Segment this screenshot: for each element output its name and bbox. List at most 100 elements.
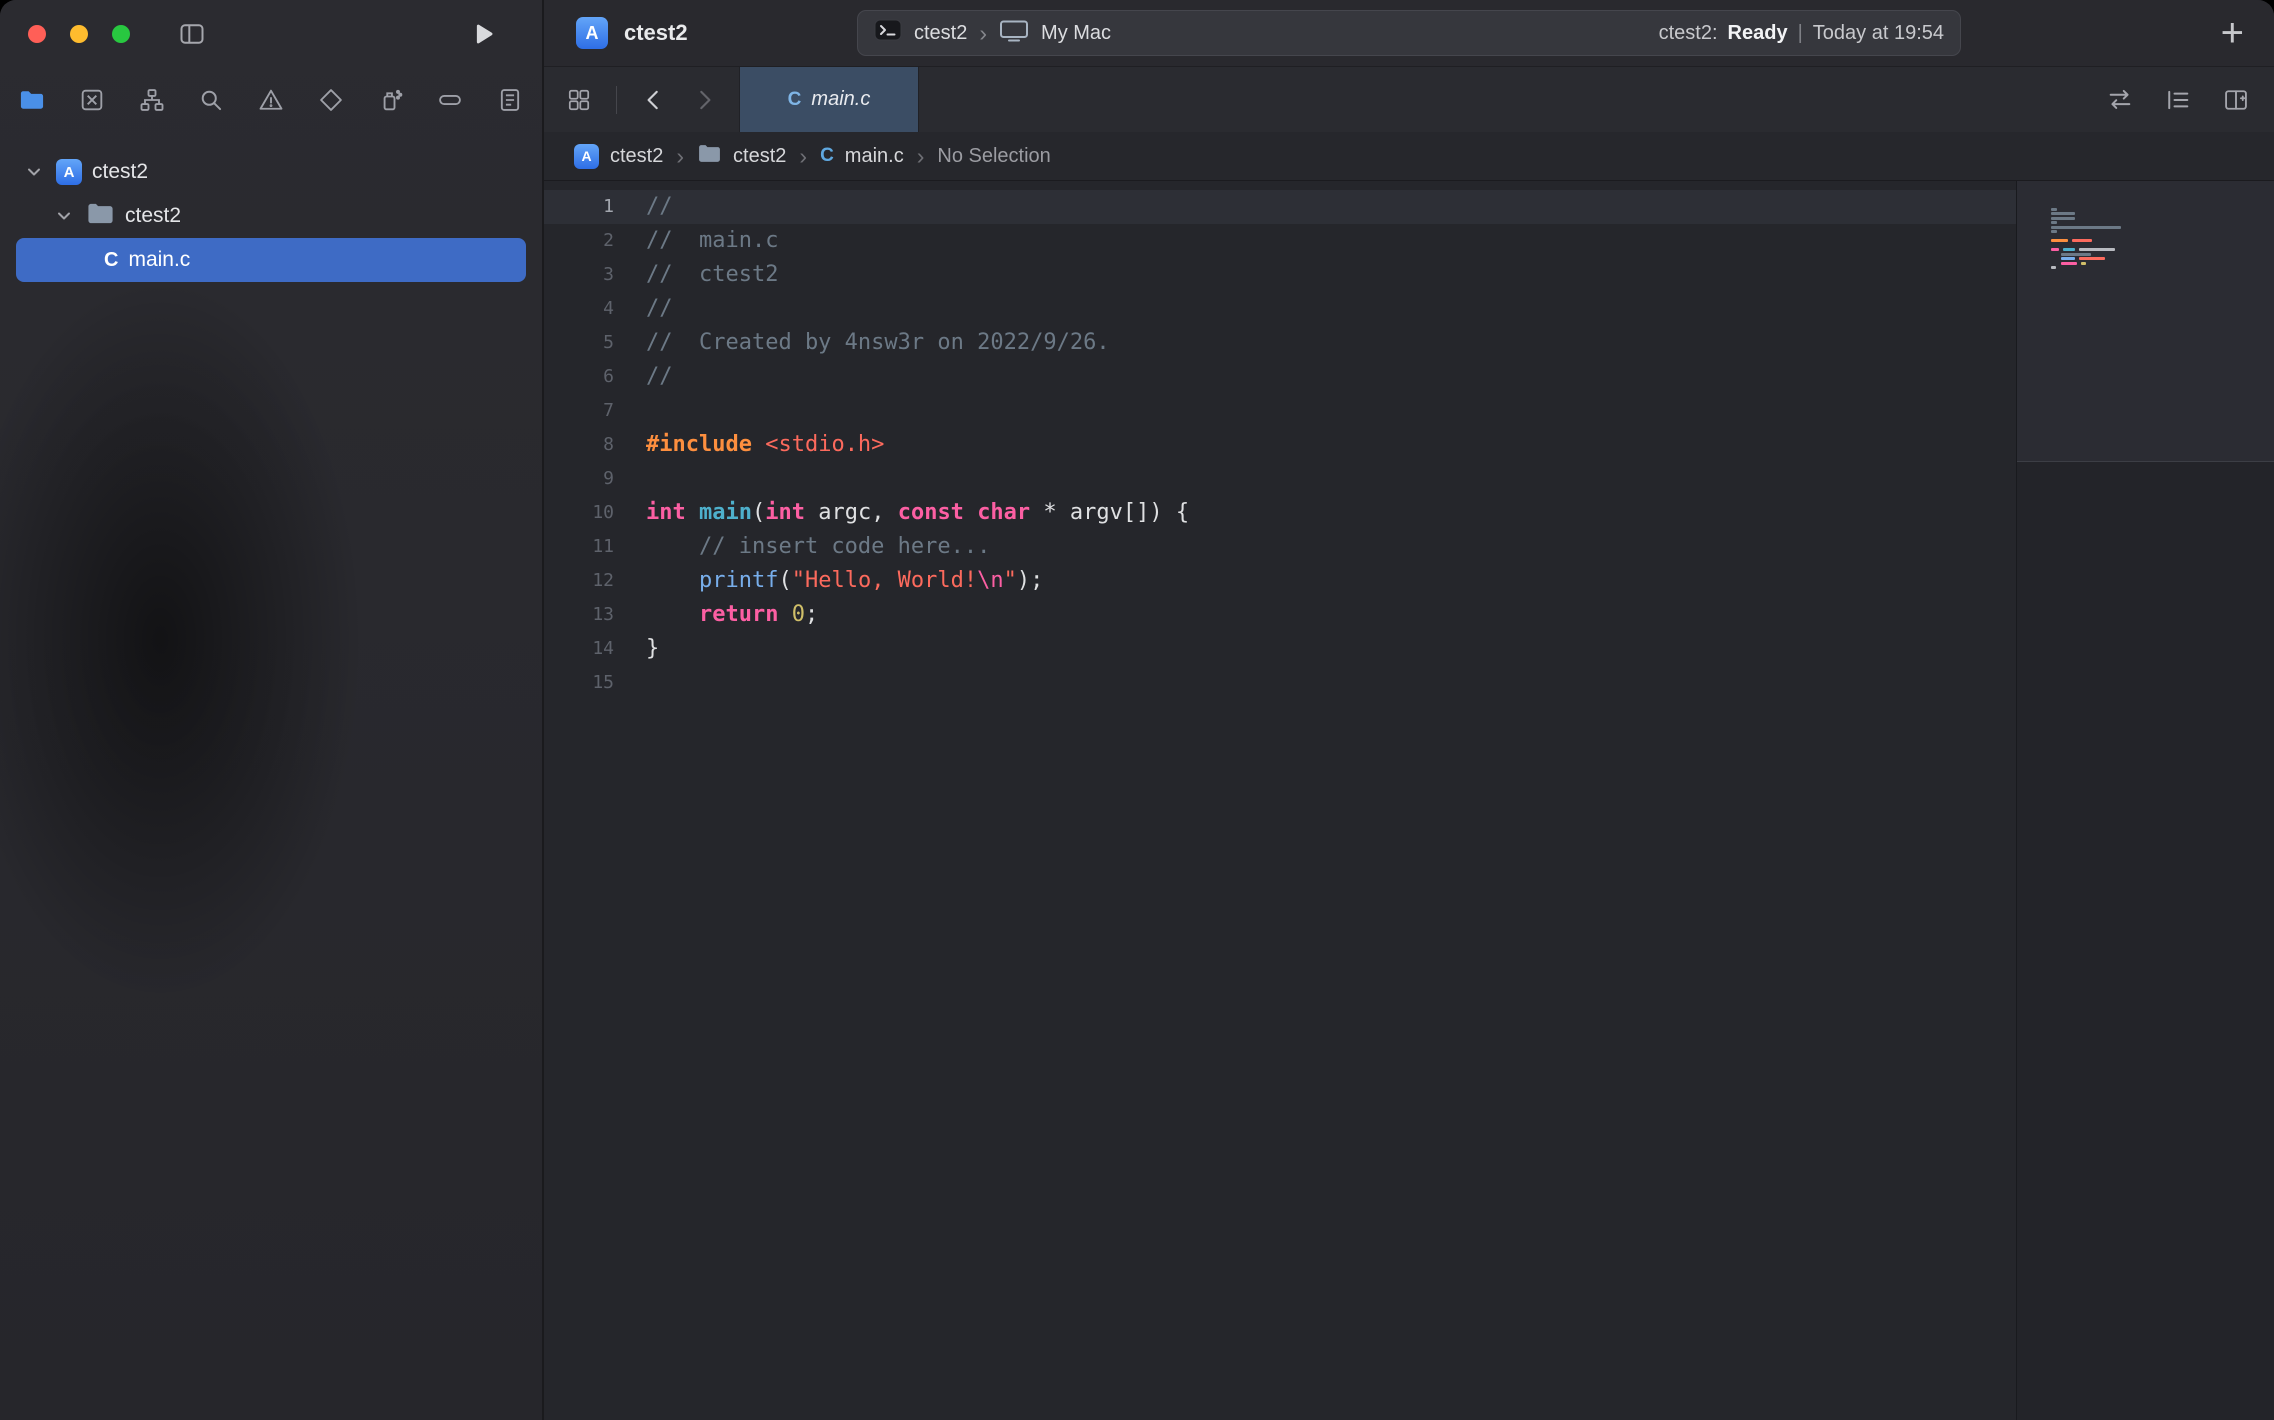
line-number[interactable]: 12 [544,564,614,598]
minimap-bar [2051,266,2056,269]
tree-item-project[interactable]: A ctest2 [16,150,526,194]
code-line-11[interactable]: 11 // insert code here... [544,530,2016,564]
minimap-bar [2051,239,2068,242]
tab-bar: C main.c [544,67,2274,132]
tab-main-c[interactable]: C main.c [739,67,919,132]
test-navigator-icon[interactable] [315,84,347,116]
run-button[interactable] [469,20,496,47]
close-window-button[interactable] [28,25,46,43]
code-line-14[interactable]: 14} [544,632,2016,666]
code-text[interactable]: // main.c [646,224,778,258]
tree-item-group[interactable]: ctest2 [16,194,526,238]
minimap-bar [2051,230,2057,233]
line-number[interactable]: 2 [544,224,614,258]
main-area: A ctest2 ctest2 › [544,0,2274,1420]
tree-item-main-c[interactable]: C main.c [16,238,526,282]
line-number[interactable]: 7 [544,394,614,428]
scheme-name[interactable]: ctest2 [914,22,967,45]
breadcrumb-project[interactable]: ctest2 [610,145,663,168]
go-forward-icon[interactable] [691,87,717,113]
minimap[interactable] [2016,181,2274,1420]
symbol-navigator-icon[interactable] [136,84,168,116]
activity-viewer[interactable]: ctest2 › My Mac ctest2: Ready | Today at… [857,10,1961,56]
tab-overview-icon[interactable] [566,87,592,113]
source-control-navigator-icon[interactable] [76,84,108,116]
toggle-sidebar-icon[interactable] [176,20,208,48]
code-line-12[interactable]: 12 printf("Hello, World!\n"); [544,564,2016,598]
breadcrumb-group[interactable]: ctest2 [733,145,786,168]
code-text[interactable]: // Created by 4nsw3r on 2022/9/26. [646,326,1110,360]
tree-item-label: ctest2 [125,204,181,228]
code-review-icon[interactable] [2106,86,2134,114]
minimap-bar [2079,257,2105,260]
navigator-sidebar: A ctest2 ctest2 C main.c [0,0,542,1420]
line-number[interactable]: 15 [544,666,614,700]
line-number[interactable]: 9 [544,462,614,496]
minimap-content[interactable] [2017,181,2274,461]
code-line-15[interactable]: 15 [544,666,2016,700]
code-line-5[interactable]: 5 // Created by 4nsw3r on 2022/9/26. [544,326,2016,360]
minimap-bar [2079,248,2115,251]
code-line-3[interactable]: 3 // ctest2 [544,258,2016,292]
line-number[interactable]: 10 [544,496,614,530]
sidebar-translucency-shade [0,230,390,1050]
destination-name[interactable]: My Mac [1041,22,1111,45]
breadcrumb-selection[interactable]: No Selection [937,145,1050,168]
code-line-2[interactable]: 2 // main.c [544,224,2016,258]
line-number[interactable]: 14 [544,632,614,666]
library-add-button[interactable]: + [2221,13,2244,53]
code-line-13[interactable]: 13 return 0; [544,598,2016,632]
code-text[interactable]: // ctest2 [646,258,778,292]
minimize-window-button[interactable] [70,25,88,43]
project-navigator-icon[interactable] [16,84,48,116]
build-status: ctest2: Ready | Today at 19:54 [1659,22,1944,45]
code-area[interactable]: 1 // 2 // main.c 3 // ctest2 4 // 5 // Created by… [544,181,2016,1420]
scheme-selector[interactable]: ctest2 › My Mac [874,18,1111,49]
code-text[interactable]: } [646,632,659,666]
line-number[interactable]: 8 [544,428,614,462]
code-line-1[interactable]: 1 // [544,190,2016,224]
code-text[interactable]: // [646,360,673,394]
breadcrumb-file[interactable]: main.c [845,145,904,168]
chevron-down-icon[interactable] [22,162,46,182]
chevron-down-icon[interactable] [52,206,76,226]
zoom-window-button[interactable] [112,25,130,43]
line-number[interactable]: 13 [544,598,614,632]
minimap-bar [2051,248,2059,251]
line-number[interactable]: 4 [544,292,614,326]
line-number[interactable]: 5 [544,326,614,360]
code-text[interactable]: // [646,190,673,224]
code-text[interactable]: return 0; [646,598,818,632]
minimap-bar [2072,239,2092,242]
code-text[interactable]: // insert code here... [646,530,990,564]
code-text[interactable]: #include <stdio.h> [646,428,884,462]
add-editor-icon[interactable] [2222,86,2250,114]
sidebar-toolbar [0,0,542,67]
project-icon: A [576,17,608,49]
code-line-10[interactable]: 10 int main(int argc, const char * argv[]… [544,496,2016,530]
debug-navigator-icon[interactable] [375,84,407,116]
navigator-tab-bar [0,67,542,132]
code-line-9[interactable]: 9 [544,462,2016,496]
line-number[interactable]: 3 [544,258,614,292]
folder-icon [697,143,722,170]
code-line-7[interactable]: 7 [544,394,2016,428]
go-back-icon[interactable] [641,87,667,113]
code-line-4[interactable]: 4 // [544,292,2016,326]
minimap-bar [2063,248,2075,251]
line-number[interactable]: 11 [544,530,614,564]
line-number[interactable]: 1 [544,190,614,224]
find-navigator-icon[interactable] [195,84,227,116]
editor-options-icon[interactable] [2164,86,2192,114]
line-number[interactable]: 6 [544,360,614,394]
code-line-6[interactable]: 6 // [544,360,2016,394]
breakpoint-navigator-icon[interactable] [434,84,466,116]
issue-navigator-icon[interactable] [255,84,287,116]
code-line-8[interactable]: 8 #include <stdio.h> [544,428,2016,462]
code-text[interactable]: printf("Hello, World!\n"); [646,564,1043,598]
editor-controls [2106,67,2274,132]
xcode-window: A ctest2 ctest2 C main.c A ctest2 [0,0,2274,1420]
code-text[interactable]: // [646,292,673,326]
report-navigator-icon[interactable] [494,84,526,116]
code-text[interactable]: int main(int argc, const char * argv[]) … [646,496,1189,530]
